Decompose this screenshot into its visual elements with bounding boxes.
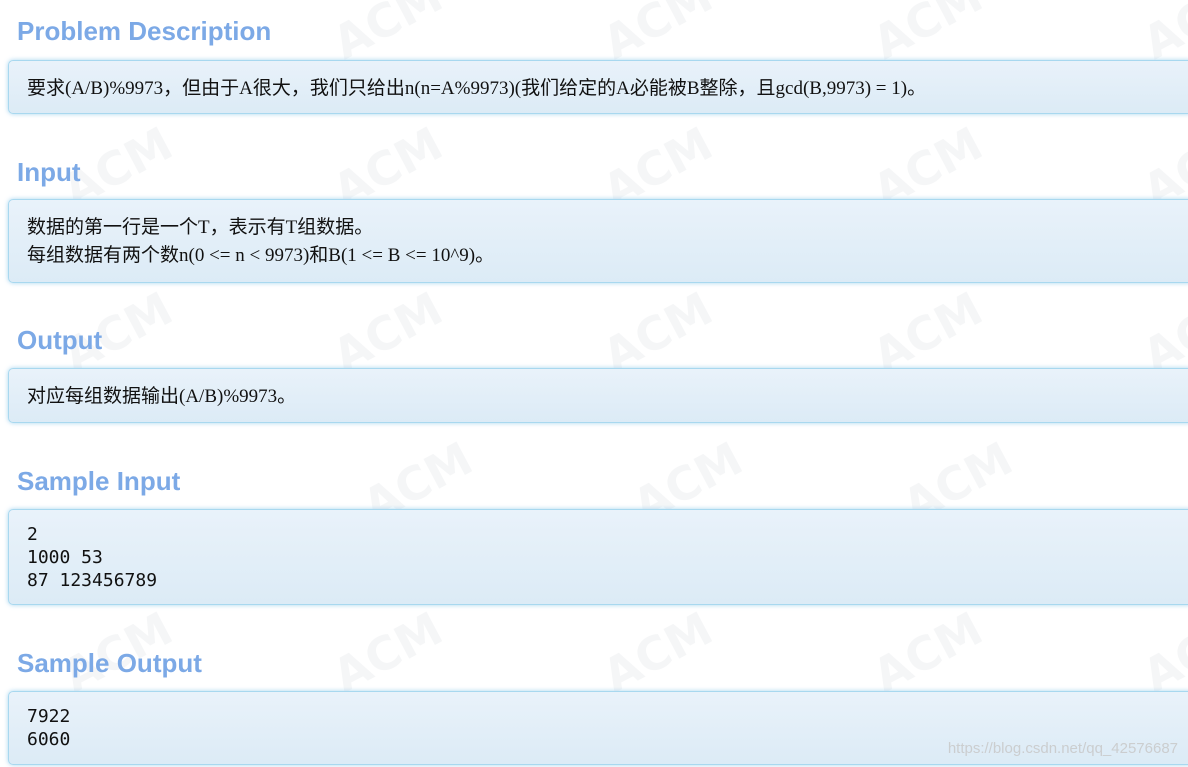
sample-output-line: 7922 xyxy=(27,706,71,727)
input-title: Input xyxy=(17,157,81,187)
problem-description-panel: 要求(A/B)%9973，但由于A很大，我们只给出n(n=A%9973)(我们给… xyxy=(8,60,1188,114)
problem-description-title: Problem Description xyxy=(17,16,272,46)
sample-input-line: 87 123456789 xyxy=(27,570,158,591)
input-text-line: 每组数据有两个数n(0 <= n < 9973)和B(1 <= B <= 10^… xyxy=(27,245,495,266)
input-text-line: 数据的第一行是一个T，表示有T组数据。 xyxy=(27,217,374,238)
input-panel: 数据的第一行是一个T，表示有T组数据。 每组数据有两个数n(0 <= n < 9… xyxy=(8,199,1188,283)
sample-input-panel: 2 1000 53 87 123456789 xyxy=(8,509,1188,605)
sample-input-title: Sample Input xyxy=(17,466,181,496)
blog-watermark-url: https://blog.csdn.net/qq_42576687 xyxy=(947,740,1178,757)
problem-description-text: 要求(A/B)%9973，但由于A很大，我们只给出n(n=A%9973)(我们给… xyxy=(27,78,927,99)
output-title: Output xyxy=(17,325,103,355)
sample-output-title: Sample Output xyxy=(17,648,202,678)
problem-page: Problem Description 要求(A/B)%9973，但由于A很大，… xyxy=(0,0,1188,767)
sample-input-line: 1000 53 xyxy=(27,547,103,568)
output-text: 对应每组数据输出(A/B)%9973。 xyxy=(27,386,297,407)
output-panel: 对应每组数据输出(A/B)%9973。 xyxy=(8,368,1188,423)
sample-input-line: 2 xyxy=(27,524,38,545)
